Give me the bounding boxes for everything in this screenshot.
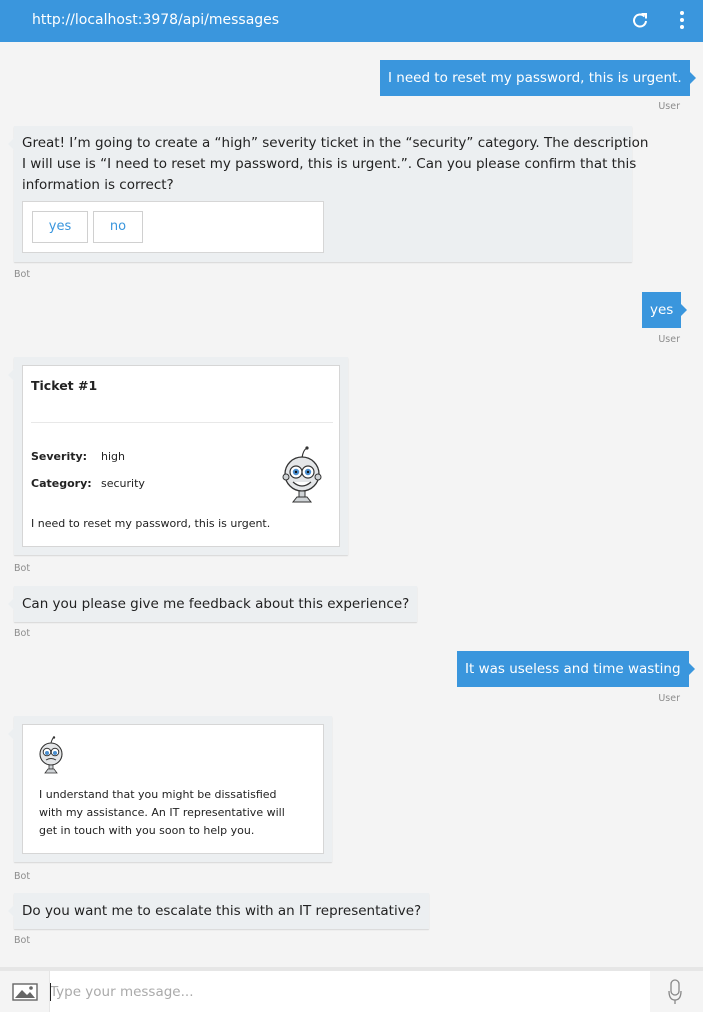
message-text: I need to reset my password, this is urg… [388,70,682,86]
endpoint-url: http://localhost:3978/api/messages [32,12,280,28]
card-line: get in touch with you soon to help you. [39,824,255,837]
sender-label: User [658,101,680,112]
refresh-icon[interactable] [629,9,651,31]
bot-message: I understand that you might be dissatisf… [8,716,332,862]
no-button[interactable]: no [93,211,143,243]
category-label: Category: [31,477,92,490]
message-line: information is correct? [22,177,174,193]
yes-button[interactable]: yes [32,211,88,243]
message-line: Great! I’m going to create a “high” seve… [22,135,649,151]
microphone-icon [668,979,682,1004]
upload-button[interactable] [0,971,50,1012]
sender-label: Bot [14,269,31,280]
category-value: security [101,477,145,490]
bot-message: Great! I’m going to create a “high” seve… [8,126,648,262]
user-message: yes [642,292,688,328]
message-text: yes [650,302,674,318]
ticket-title: Ticket #1 [31,378,98,393]
confirm-card: yes no [22,201,324,253]
message-text: Do you want me to escalate this with an … [22,903,422,919]
user-message: I need to reset my password, this is urg… [380,60,696,96]
bot-message: Do you want me to escalate this with an … [7,893,430,929]
sender-label: Bot [14,628,31,639]
sender-label: User [658,334,680,345]
image-upload-icon [12,983,38,1001]
bot-message: Can you please give me feedback about th… [7,586,418,622]
bot-message: Ticket #1 Severity: high Category: secur… [8,357,348,555]
sender-label: User [658,693,680,704]
message-line: I will use is “I need to reset my passwo… [22,156,637,172]
user-message: It was useless and time wasting [457,651,695,687]
robot-mascot-icon [282,446,322,503]
sender-label: Bot [14,935,31,946]
message-composer [0,967,703,1012]
response-card: I understand that you might be dissatisf… [22,724,324,854]
microphone-button[interactable] [650,971,703,1012]
message-text: Can you please give me feedback about th… [22,596,410,612]
ticket-card: Ticket #1 Severity: high Category: secur… [22,365,340,547]
card-line: with my assistance. An IT representative… [39,806,285,819]
card-line: I understand that you might be dissatisf… [39,788,277,801]
severity-value: high [101,450,125,463]
ticket-description: I need to reset my password, this is urg… [31,517,271,530]
more-vertical-icon[interactable] [676,9,688,31]
text-cursor [50,983,51,1001]
robot-mascot-icon [39,736,63,774]
title-bar: http://localhost:3978/api/messages [0,0,703,42]
divider [31,422,333,423]
severity-label: Severity: [31,450,88,463]
sender-label: Bot [14,563,31,574]
message-text: It was useless and time wasting [465,661,681,677]
message-input[interactable] [50,971,650,1012]
sender-label: Bot [14,871,31,882]
